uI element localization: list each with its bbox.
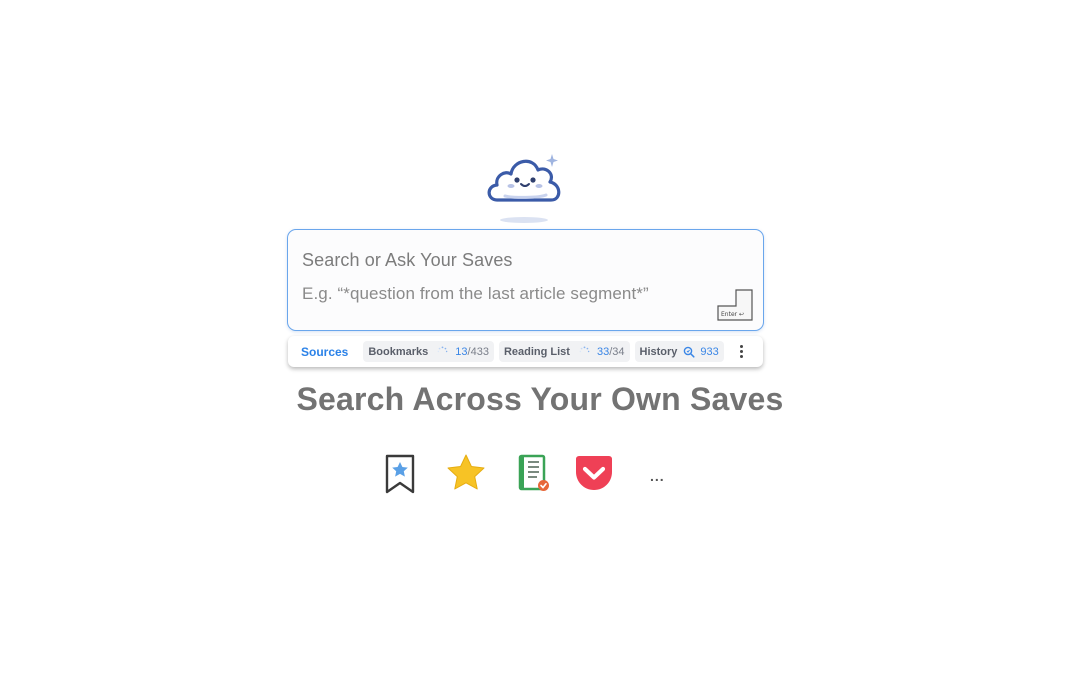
source-icons-row: ... [0,452,1080,496]
source-chip-reading-list[interactable]: Reading List 33/34 [498,341,630,362]
pocket-icon[interactable] [572,452,616,496]
search-placeholder: Search or Ask Your Saves [302,250,513,270]
source-chip-history[interactable]: History 933 [634,341,724,362]
enter-button[interactable]: Enter ↩ [717,289,753,321]
loading-spinner-icon [437,346,448,353]
source-chip-bookmarks[interactable]: Bookmarks 13/433 [363,341,494,362]
loading-spinner-icon [579,346,590,353]
page: Search or Ask Your Saves E.g. “*question… [0,0,1080,675]
search-icon [684,346,695,358]
page-title: Search Across Your Own Saves [296,381,784,417]
search-example-hint: E.g. “*question from the last article se… [302,284,649,303]
sources-bar: Sources Bookmarks 13/433 Reading List 33… [288,336,763,367]
enter-key-label: Enter ↩ [721,311,745,318]
reading-list-total-count: /34 [609,345,625,358]
history-count: 933 [700,345,719,358]
cloud-logo-icon [483,150,569,226]
search-input[interactable]: Search or Ask Your Saves E.g. “*question… [287,229,764,331]
bookmark-star-icon[interactable] [378,452,422,496]
sources-label[interactable]: Sources [301,345,348,359]
source-chip-label: Bookmarks [368,345,429,358]
source-chip-label: History [639,345,678,358]
bookmarks-indexed-count: 13 [455,345,468,358]
more-options-icon[interactable] [735,342,749,362]
bookmarks-total-count: /433 [467,345,489,358]
star-icon[interactable] [444,452,488,496]
reading-list-indexed-count: 33 [596,345,610,358]
reading-list-icon[interactable] [511,452,555,496]
more-sources-button[interactable]: ... [650,468,665,484]
source-chip-label: Reading List [503,345,570,358]
